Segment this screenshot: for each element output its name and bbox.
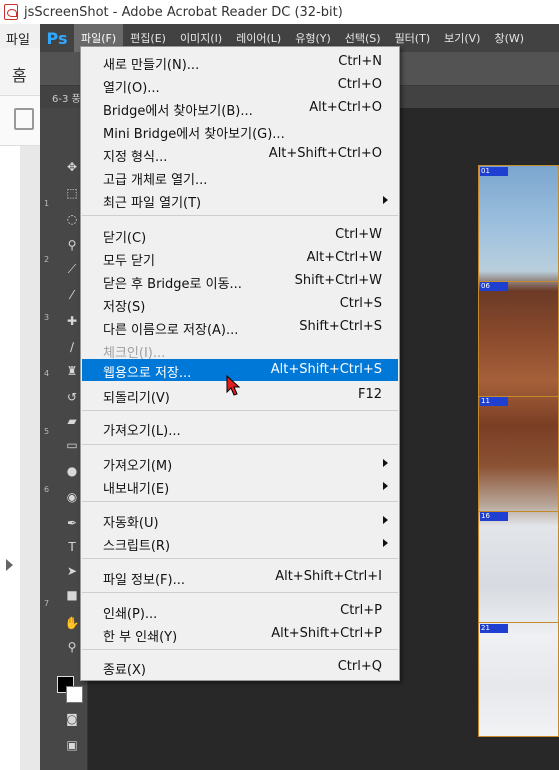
pen-tool-icon[interactable]: ✒ (64, 516, 80, 530)
clone-stamp-icon[interactable]: ♜ (64, 364, 80, 378)
eyedropper-icon[interactable]: ⁄ (64, 288, 80, 302)
menu-view[interactable]: 보기(V) (437, 24, 487, 52)
dodge-icon[interactable]: ◉ (64, 490, 80, 504)
tool-number: 6 (44, 485, 50, 494)
menu-separator (82, 410, 398, 411)
slice-label[interactable]: 21 (480, 624, 508, 633)
tool-number: 2 (44, 255, 50, 264)
menu-item-browse-bridge[interactable]: Bridge에서 찾아보기(B)... Alt+Ctrl+O (82, 97, 398, 119)
menu-item-exit[interactable]: 종료(X) Ctrl+Q (82, 656, 398, 678)
path-select-icon[interactable]: ➤ (64, 564, 80, 578)
menu-separator (82, 215, 398, 216)
menu-item-open-as[interactable]: 지정 형식... Alt+Shift+Ctrl+O (82, 143, 398, 165)
menu-item-print[interactable]: 인쇄(P)... Ctrl+P (82, 600, 398, 622)
mouse-cursor-icon (226, 375, 241, 396)
menu-window[interactable]: 창(W) (487, 24, 531, 52)
menu-item-save[interactable]: 저장(S) Ctrl+S (82, 293, 398, 315)
tool-number: 4 (44, 369, 50, 378)
menu-item-close[interactable]: 닫기(C) Ctrl+W (82, 224, 398, 246)
document-image[interactable] (478, 165, 559, 737)
slice-label[interactable]: 11 (480, 397, 508, 406)
gradient-icon[interactable]: ▭ (64, 438, 80, 452)
quick-select-icon[interactable]: ⚲ (64, 238, 80, 252)
menu-item-new[interactable]: 새로 만들기(N)... Ctrl+N (82, 51, 398, 73)
menu-item-close-all[interactable]: 모두 닫기 Alt+Ctrl+W (82, 247, 398, 269)
eraser-icon[interactable]: ▰ (64, 414, 80, 428)
zoom-tool-icon[interactable]: ⚲ (64, 640, 80, 654)
shape-tool-icon[interactable]: ■ (64, 588, 80, 602)
slice-boundary (478, 622, 559, 623)
quick-mask-icon[interactable]: ◙ (64, 712, 80, 726)
menu-item-place[interactable]: 가져오기(L)... (82, 417, 398, 439)
brush-tool-icon[interactable]: ∕ (64, 340, 80, 354)
menu-item-recent-files[interactable]: 최근 파일 열기(T) (82, 189, 398, 211)
menu-item-browse-mini-bridge[interactable]: Mini Bridge에서 찾아보기(G)... (82, 120, 398, 142)
submenu-arrow-icon (383, 539, 388, 547)
type-tool-icon[interactable]: T (64, 540, 80, 554)
menu-item-check-in: 체크인(I)... (103, 346, 166, 361)
slice-tool-icon[interactable]: ⟋ (64, 262, 80, 276)
menu-separator (82, 501, 398, 502)
acrobat-menu-file[interactable]: 파일 (0, 24, 40, 48)
menu-item-import[interactable]: 가져오기(M) (82, 452, 398, 474)
tool-number: 5 (44, 427, 50, 436)
tool-number: 7 (44, 599, 50, 608)
lasso-tool-icon[interactable]: ◌ (64, 212, 80, 226)
history-brush-icon[interactable]: ↺ (64, 390, 80, 404)
marquee-tool-icon[interactable]: ⬚ (64, 186, 80, 200)
screen-mode-icon[interactable]: ▣ (64, 738, 80, 752)
menu-item-export[interactable]: 내보내기(E) (82, 475, 398, 497)
acrobat-page-strip (0, 146, 20, 770)
acrobat-side-panel (0, 146, 40, 770)
menu-item-save-as[interactable]: 다른 이름으로 저장(A)... Shift+Ctrl+S (82, 316, 398, 338)
submenu-arrow-icon (383, 482, 388, 490)
menu-item-file-info[interactable]: 파일 정보(F)... Alt+Shift+Ctrl+I (82, 566, 398, 588)
slice-label[interactable]: 16 (480, 512, 508, 521)
photoshop-logo: Ps (40, 24, 74, 52)
menu-item-close-go-bridge[interactable]: 닫은 후 Bridge로 이동... Shift+Ctrl+W (82, 270, 398, 292)
menu-separator (82, 649, 398, 650)
file-dropdown-menu: 새로 만들기(N)... Ctrl+N 열기(O)... Ctrl+O Bridge… (80, 46, 400, 681)
hand-tool-icon[interactable]: ✋ (64, 616, 80, 630)
blur-icon[interactable]: ● (64, 464, 80, 478)
window-title: jsScreenShot - Adobe Acrobat Reader DC (… (24, 4, 343, 20)
slice-label[interactable]: 06 (480, 282, 508, 291)
menu-item-open-smart-object[interactable]: 고급 개체로 열기... (82, 166, 398, 188)
expand-panel-icon[interactable] (6, 559, 13, 571)
acrobat-title-bar: jsScreenShot - Adobe Acrobat Reader DC (… (0, 0, 559, 24)
submenu-arrow-icon (383, 196, 388, 204)
slice-label[interactable]: 01 (480, 167, 508, 176)
menu-item-automate[interactable]: 자동화(U) (82, 509, 398, 531)
menu-separator (82, 558, 398, 559)
submenu-arrow-icon (383, 516, 388, 524)
menu-item-open[interactable]: 열기(O)... Ctrl+O (82, 74, 398, 96)
acrobat-home-tab[interactable]: 홈 (0, 48, 40, 96)
submenu-arrow-icon (383, 459, 388, 467)
acrobat-save-button[interactable] (0, 96, 40, 146)
tool-number: 1 (44, 199, 50, 208)
menu-separator (82, 592, 398, 593)
menu-item-scripts[interactable]: 스크립트(R) (82, 532, 398, 554)
save-icon (14, 108, 34, 130)
tool-number: 3 (44, 313, 50, 322)
menu-separator (82, 444, 398, 445)
pdf-icon (4, 4, 18, 20)
background-color-swatch[interactable] (66, 686, 83, 703)
healing-brush-icon[interactable]: ✚ (64, 314, 80, 328)
move-tool-icon[interactable]: ✥ (64, 160, 80, 174)
menu-item-print-one-copy[interactable]: 한 부 인쇄(Y) Alt+Shift+Ctrl+P (82, 623, 398, 645)
